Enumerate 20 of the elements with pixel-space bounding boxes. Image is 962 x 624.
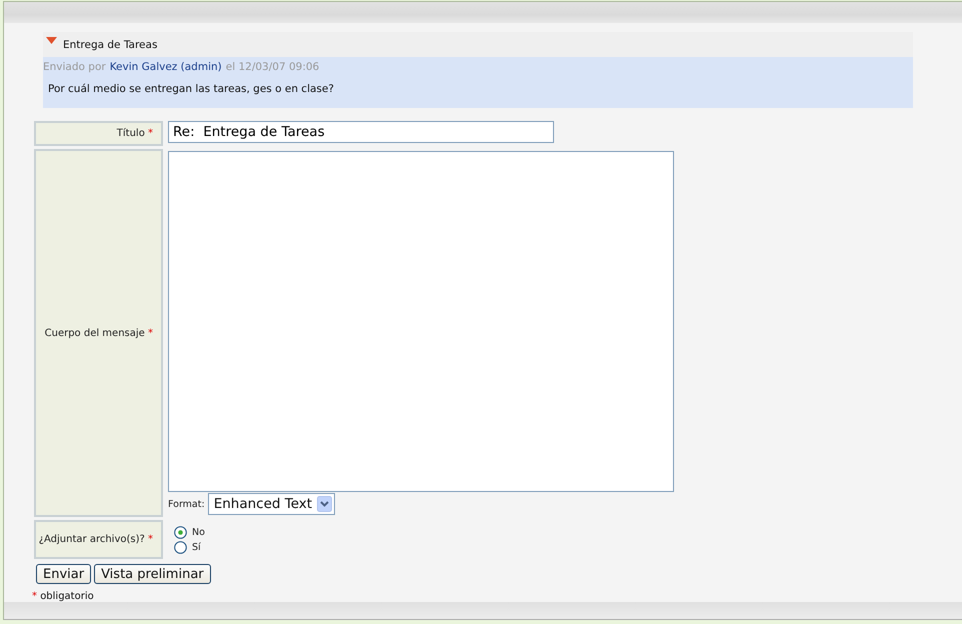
form-button[interactable]: Vista preliminar [94,564,211,584]
required-footnote: * obligatorio [32,591,95,602]
form-button[interactable]: Enviar [36,564,92,584]
post-message: Por cuál medio se entregan las tareas, ges o en clase? [48,83,335,95]
field-label: Título * [34,121,163,146]
radio-button[interactable] [174,526,187,539]
format-dropdown[interactable]: Enhanced Text [208,493,335,515]
format-label: Format: [168,498,205,510]
field-label: ¿Adjuntar archivo(s)? * [34,520,163,559]
field-label: Cuerpo del mensaje * [34,149,163,517]
post-date: el 12/03/07 09:06 [226,61,320,73]
radio-button[interactable] [174,541,187,554]
radio-label: Sí [192,542,201,553]
author-link[interactable]: Kevin Galvez (admin) [110,61,222,73]
collapse-triangle-icon[interactable] [46,37,57,44]
title-input[interactable]: Re: Entrega de Tareas [168,121,554,143]
radio-label: No [192,527,205,538]
byline-prefix: Enviado por [43,61,106,73]
dropdown-caret-icon[interactable] [316,496,332,512]
post-subject: Entrega de Tareas [63,38,158,50]
